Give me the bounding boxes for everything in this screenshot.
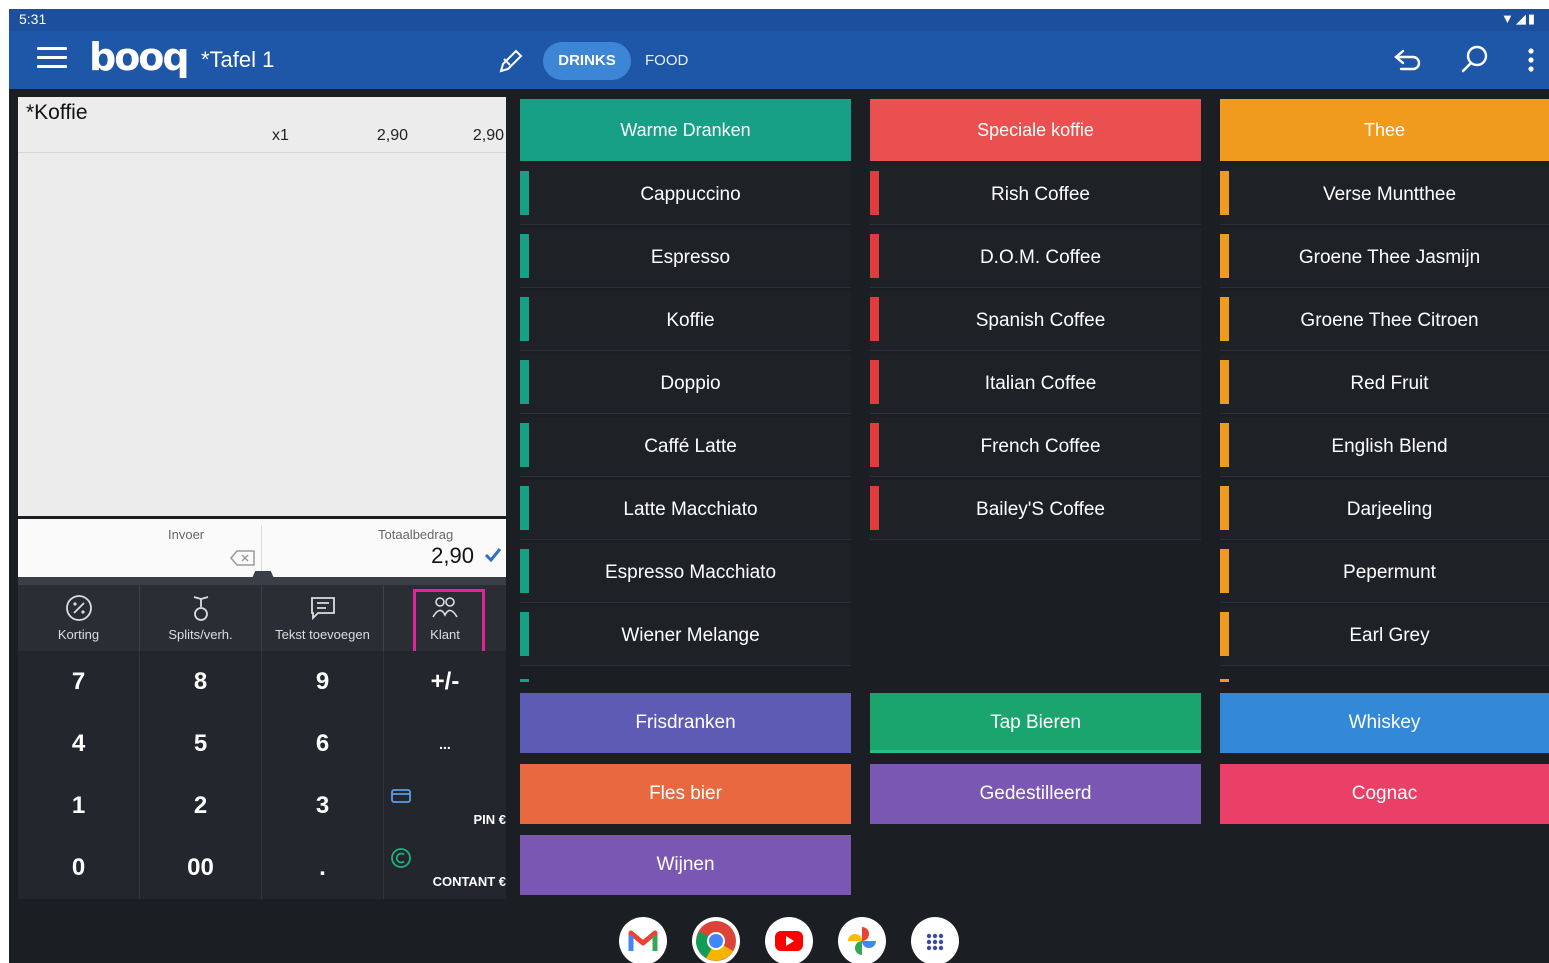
add-text-label: Tekst toevoegen (275, 627, 370, 642)
category-thee[interactable]: Thee (1220, 99, 1549, 161)
entry-bar: Invoer Totaalbedrag 2,90 (18, 519, 506, 577)
order-item-price: 2,90 (376, 127, 408, 144)
order-list: *Koffie x1 2,90 2,90 (18, 97, 506, 516)
split-button[interactable]: Splits/verh. (140, 585, 262, 651)
product-baileys-coffee[interactable]: Bailey'S Coffee (870, 480, 1201, 540)
split-label: Splits/verh. (168, 627, 233, 642)
product-espresso[interactable]: Espresso (520, 228, 851, 288)
photos-icon[interactable] (838, 917, 886, 963)
card-icon (391, 789, 411, 803)
booq-logo: booq (89, 35, 190, 79)
key-3[interactable]: 3 (262, 775, 384, 837)
input-label: Invoer (168, 527, 205, 542)
key-6[interactable]: 6 (262, 713, 384, 775)
product-italian-coffee[interactable]: Italian Coffee (870, 354, 1201, 414)
product-darjeeling[interactable]: Darjeeling (1220, 480, 1549, 540)
comment-icon (310, 597, 335, 621)
product-caffe-latte[interactable]: Caffé Latte (520, 417, 851, 477)
tab-drinks[interactable]: DRINKS (543, 42, 631, 80)
category-frisdranken[interactable]: Frisdranken (520, 693, 851, 753)
table-name[interactable]: *Tafel 1 (201, 47, 274, 73)
scroll-stub (1220, 679, 1229, 682)
split-icon (193, 596, 208, 621)
order-item-qty: x1 (272, 127, 289, 144)
product-spanish-coffee[interactable]: Spanish Coffee (870, 291, 1201, 351)
status-time: 5:31 (19, 11, 47, 27)
drag-handle[interactable] (18, 571, 506, 585)
tab-food[interactable]: FOOD (637, 42, 696, 80)
product-pepermunt[interactable]: Pepermunt (1220, 543, 1549, 603)
category-fles-bier[interactable]: Fles bier (520, 764, 851, 824)
scroll-stub (520, 679, 529, 682)
key-decimal[interactable]: . (262, 837, 384, 899)
product-rish-coffee[interactable]: Rish Coffee (870, 165, 1201, 225)
add-text-button[interactable]: Tekst toevoegen (262, 585, 384, 651)
status-bar: 5:31 ▼◢▮ (9, 9, 1549, 31)
product-dom-coffee[interactable]: D.O.M. Coffee (870, 228, 1201, 288)
order-item-total: 2,90 (472, 127, 504, 144)
youtube-icon[interactable] (765, 917, 813, 963)
product-cappuccino[interactable]: Cappuccino (520, 165, 851, 225)
key-0[interactable]: 0 (18, 837, 140, 899)
product-espresso-macchiato[interactable]: Espresso Macchiato (520, 543, 851, 603)
product-latte-macchiato[interactable]: Latte Macchiato (520, 480, 851, 540)
key-7[interactable]: 7 (18, 651, 140, 713)
cash-icon (391, 848, 411, 868)
pin-label: PIN € (473, 812, 506, 827)
category-wijnen[interactable]: Wijnen (520, 835, 851, 895)
product-verse-muntthee[interactable]: Verse Muntthee (1220, 165, 1549, 225)
app-bar: booq *Tafel 1 DRINKS FOOD (9, 31, 1549, 89)
chrome-icon[interactable] (692, 917, 740, 963)
customer-highlight (413, 589, 485, 659)
key-1[interactable]: 1 (18, 775, 140, 837)
more-icon[interactable] (1521, 45, 1541, 75)
keypad: 7 8 9 +/- 4 5 6 ... 1 2 3 PIN € 0 00 . C… (18, 651, 506, 899)
back-icon[interactable] (1391, 45, 1423, 75)
discount-label: Korting (57, 627, 100, 642)
product-groene-thee-jasmijn[interactable]: Groene Thee Jasmijn (1220, 228, 1549, 288)
order-item-name: *Koffie (26, 101, 88, 124)
tablet-screen: 5:31 ▼◢▮ booq *Tafel 1 DRINKS FOOD *Koff… (9, 9, 1549, 963)
android-dock (9, 907, 1549, 963)
category-gedestilleerd[interactable]: Gedestilleerd (870, 764, 1201, 824)
discount-button[interactable]: Korting (18, 585, 140, 651)
key-5[interactable]: 5 (140, 713, 262, 775)
key-9[interactable]: 9 (262, 651, 384, 713)
backspace-icon[interactable] (230, 549, 256, 567)
cash-button[interactable]: CONTANT € (384, 837, 506, 899)
category-tap-bieren[interactable]: Tap Bieren (870, 693, 1201, 753)
key-8[interactable]: 8 (140, 651, 262, 713)
entry-divider (261, 525, 262, 571)
search-icon[interactable] (1459, 43, 1491, 75)
product-french-coffee[interactable]: French Coffee (870, 417, 1201, 477)
product-koffie[interactable]: Koffie (520, 291, 851, 351)
category-whiskey[interactable]: Whiskey (1220, 693, 1549, 753)
total-value: 2,90 (431, 543, 474, 568)
gmail-icon[interactable] (619, 917, 667, 963)
check-icon[interactable] (484, 547, 502, 563)
product-english-blend[interactable]: English Blend (1220, 417, 1549, 477)
product-wiener-melange[interactable]: Wiener Melange (520, 606, 851, 666)
key-00[interactable]: 00 (140, 837, 262, 899)
order-line[interactable]: *Koffie x1 2,90 2,90 (18, 97, 506, 153)
product-groene-thee-citroen[interactable]: Groene Thee Citroen (1220, 291, 1549, 351)
pin-button[interactable]: PIN € (384, 775, 506, 837)
key-4[interactable]: 4 (18, 713, 140, 775)
menu-icon[interactable] (37, 47, 67, 71)
status-icons: ▼◢▮ (1500, 11, 1537, 26)
key-plus-minus[interactable]: +/- (384, 651, 506, 713)
total-label: Totaalbedrag (378, 527, 454, 542)
product-earl-grey[interactable]: Earl Grey (1220, 606, 1549, 666)
apps-icon[interactable] (911, 917, 959, 963)
discount-icon (65, 595, 92, 621)
category-warme-dranken[interactable]: Warme Dranken (520, 99, 851, 161)
product-red-fruit[interactable]: Red Fruit (1220, 354, 1549, 414)
category-cognac[interactable]: Cognac (1220, 764, 1549, 824)
key-2[interactable]: 2 (140, 775, 262, 837)
key-more[interactable]: ... (384, 713, 506, 775)
edit-icon[interactable] (497, 47, 525, 75)
cash-label: CONTANT € (432, 874, 506, 889)
product-doppio[interactable]: Doppio (520, 354, 851, 414)
category-speciale-koffie[interactable]: Speciale koffie (870, 99, 1201, 161)
